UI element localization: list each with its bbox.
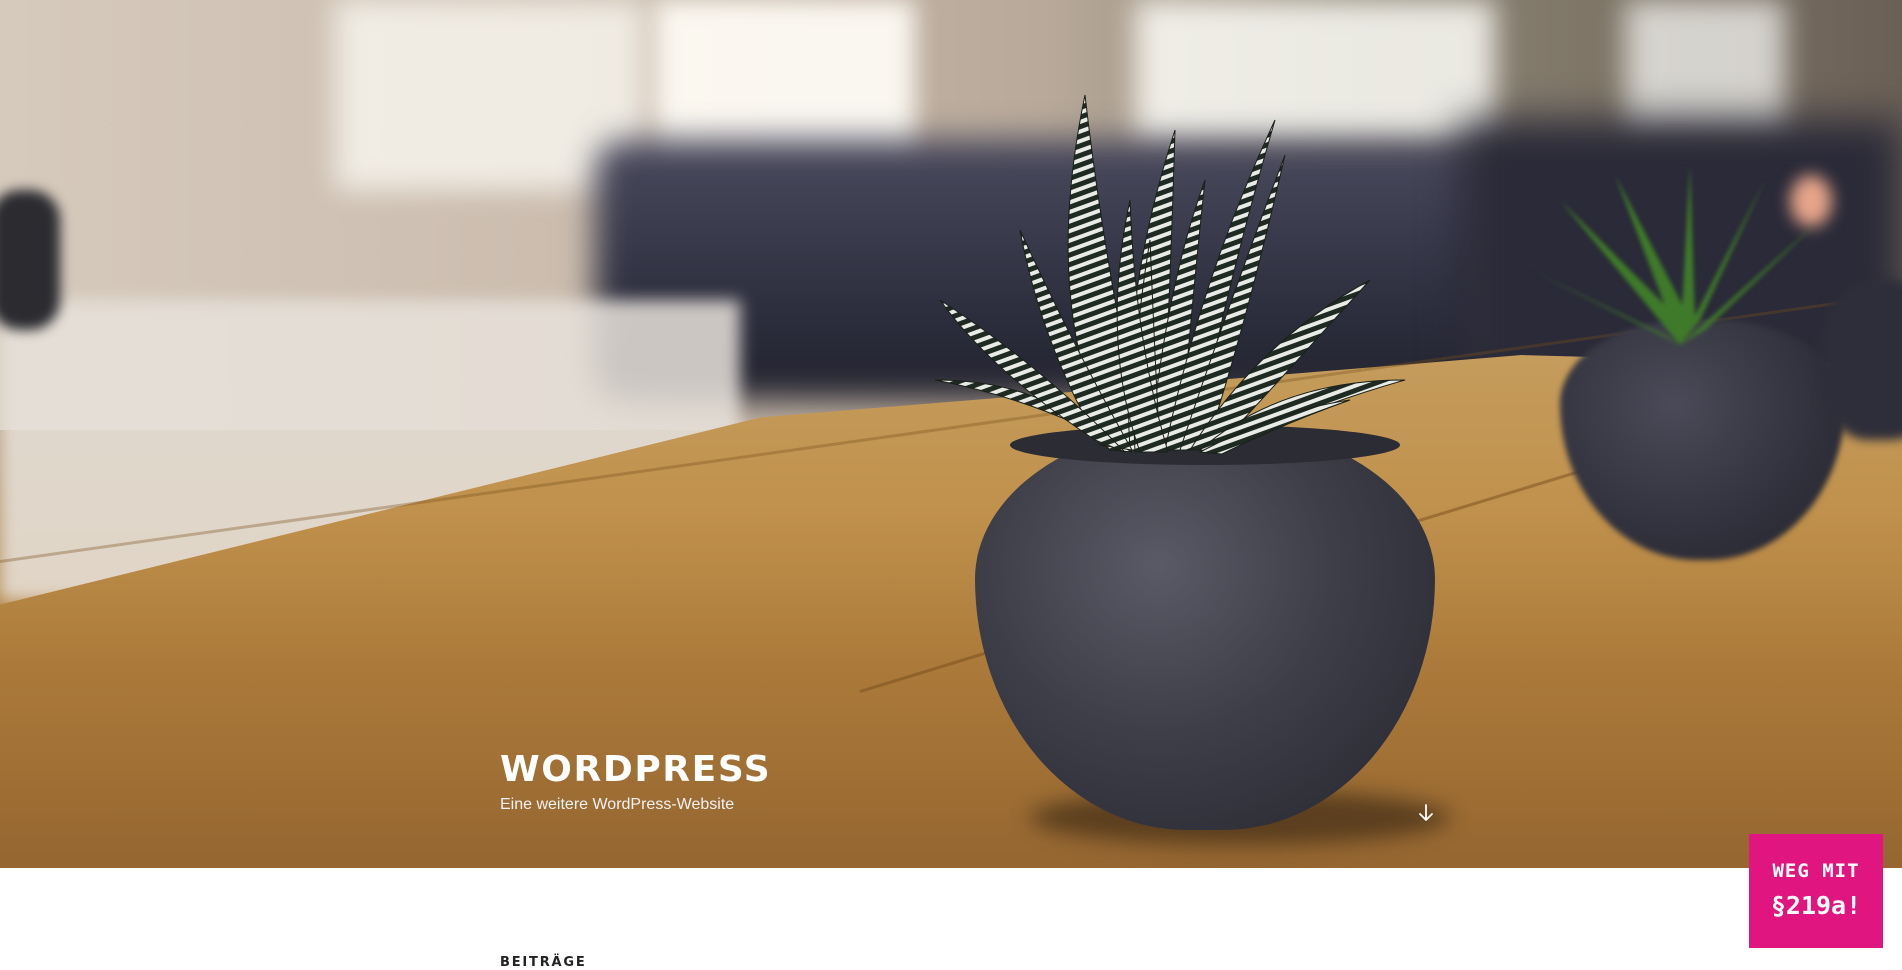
arrow-down-icon [1419, 804, 1433, 821]
campaign-badge-link[interactable]: WEG MIT §219a! [1749, 834, 1883, 948]
succulent-plant [934, 94, 1406, 455]
site-description: Eine weitere WordPress-Website [500, 796, 735, 813]
site-title-link[interactable]: WORDPRESS [500, 749, 771, 791]
badge-text-line1: WEG MIT [1772, 860, 1860, 882]
background-plant [1530, 165, 1820, 345]
custom-header-image: WORDPRESS Eine weitere WordPress-Website [0, 0, 1902, 868]
page-section-title: BEITRÄGE [500, 955, 587, 970]
scroll-down-button[interactable] [1413, 800, 1439, 826]
window-light [1625, 0, 1785, 140]
badge-text-line2: §219a! [1770, 891, 1862, 920]
site-branding: WORDPRESS Eine weitere WordPress-Website [500, 749, 771, 815]
background-chair [0, 190, 60, 330]
